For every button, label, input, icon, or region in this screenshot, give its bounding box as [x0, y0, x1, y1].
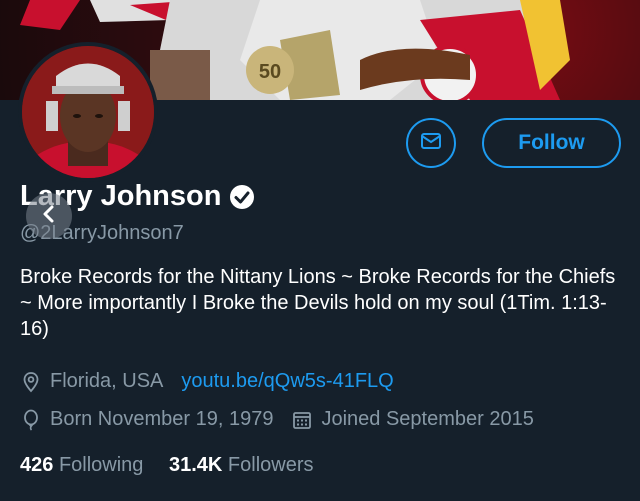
profile-stats: 426 Following 31.4K Followers: [20, 454, 314, 477]
dates-row: Born November 19, 1979 Joined September …: [20, 408, 534, 431]
message-button[interactable]: [406, 118, 456, 168]
birthday-balloon-icon: [20, 409, 42, 431]
birthday-text: Born November 19, 1979: [50, 408, 274, 430]
location-text: Florida, USA: [50, 370, 164, 392]
calendar-icon: [291, 409, 313, 431]
mail-icon: [419, 129, 443, 158]
followers-link[interactable]: 31.4K Followers: [169, 454, 314, 476]
back-arrow-icon: [39, 204, 59, 229]
following-link[interactable]: 426 Following: [20, 454, 149, 476]
followers-count: 31.4K: [168, 454, 223, 476]
avatar[interactable]: [18, 42, 158, 182]
verified-badge-icon: [229, 184, 255, 210]
location-icon: [20, 371, 42, 393]
followers-label: Followers: [227, 454, 314, 476]
website-link[interactable]: youtu.be/qQw5s-41FLQ: [181, 370, 393, 393]
follow-button[interactable]: Follow: [482, 118, 621, 168]
jersey-patch-number: 50: [259, 61, 281, 83]
joined-text: Joined September 2015: [321, 408, 534, 430]
profile-bio: Broke Records for the Nittany Lions ~ Br…: [20, 266, 616, 340]
following-count: 426: [20, 454, 54, 476]
back-button[interactable]: [26, 193, 72, 239]
following-label: Following: [58, 454, 144, 476]
location-row: Florida, USA youtu.be/qQw5s-41FLQ: [20, 370, 394, 393]
